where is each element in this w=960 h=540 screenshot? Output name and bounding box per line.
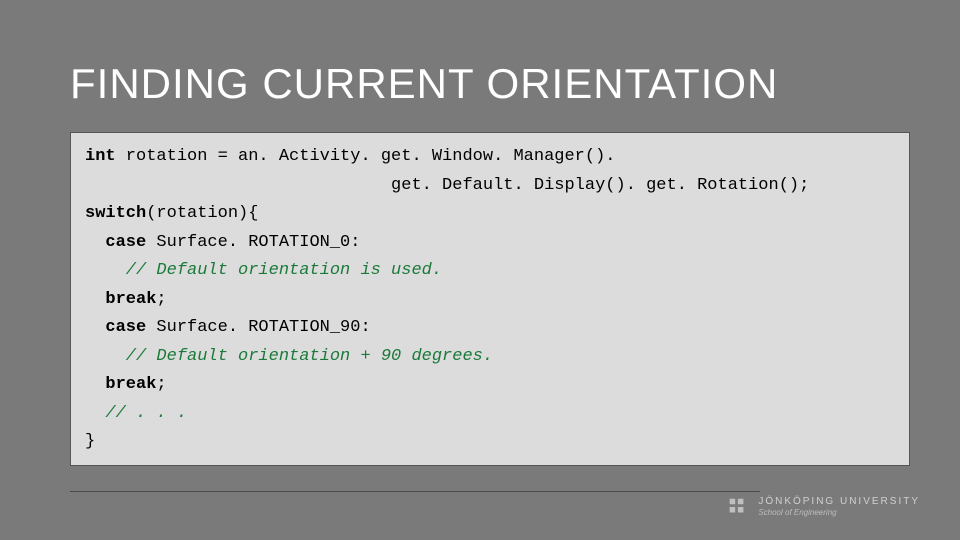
code-kw-case: case: [85, 233, 146, 252]
code-comment: // Default orientation + 90 degrees.: [85, 347, 493, 366]
code-text: (rotation){: [146, 204, 258, 223]
code-text: }: [85, 432, 95, 451]
code-comment: // . . .: [85, 404, 187, 423]
code-kw-int: int: [85, 147, 116, 166]
code-text: ;: [156, 375, 166, 394]
slide-title: FINDING CURRENT ORIENTATION: [70, 60, 910, 108]
code-kw-break: break: [85, 290, 156, 309]
university-name: JÖNKÖPING UNIVERSITY: [758, 497, 920, 508]
code-block: int rotation = an. Activity. get. Window…: [70, 132, 910, 466]
code-comment: // Default orientation is used.: [85, 261, 442, 280]
footer-divider: [70, 491, 760, 492]
footer: JÖNKÖPING UNIVERSITY School of Engineeri…: [726, 496, 920, 518]
code-text: get. Default. Display(). get. Rotation()…: [85, 176, 809, 195]
code-kw-break: break: [85, 375, 156, 394]
code-text: rotation = an. Activity. get. Window. Ma…: [116, 147, 616, 166]
code-text: ;: [156, 290, 166, 309]
code-text: Surface. ROTATION_0:: [146, 233, 360, 252]
university-logo-icon: [726, 496, 748, 518]
code-kw-case: case: [85, 318, 146, 337]
code-kw-switch: switch: [85, 204, 146, 223]
code-text: Surface. ROTATION_90:: [146, 318, 370, 337]
university-school: School of Engineering: [758, 509, 920, 517]
